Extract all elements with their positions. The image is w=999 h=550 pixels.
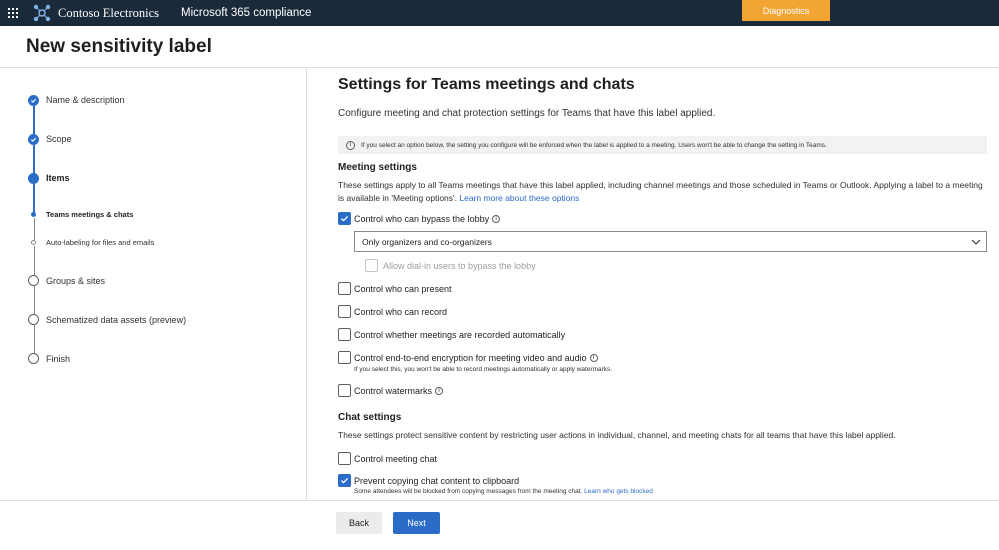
meeting-settings-description: These settings apply to all Teams meetin… [338, 179, 990, 205]
step-connector [33, 145, 35, 175]
diagnostics-button[interactable]: Diagnostics [742, 0, 830, 21]
step-groups-sites[interactable]: Groups & sites [46, 276, 105, 286]
lobby-bypass-dropdown[interactable]: Only organizers and co-organizers [354, 231, 987, 252]
substep-teams-meetings-chats[interactable]: Teams meetings & chats [46, 210, 133, 219]
step-scope[interactable]: Scope [46, 134, 72, 144]
info-message-text: If you select an option below, the setti… [361, 141, 827, 149]
bypass-lobby-checkbox[interactable] [338, 212, 351, 225]
back-button[interactable]: Back [336, 512, 382, 534]
bypass-lobby-label[interactable]: Control who can bypass the lobby [354, 214, 489, 224]
who-can-present-label[interactable]: Control who can present [354, 284, 452, 294]
section-description: Configure meeting and chat protection se… [338, 108, 716, 119]
section-heading: Settings for Teams meetings and chats [338, 76, 635, 93]
info-icon[interactable]: i [589, 353, 598, 362]
checkmark-icon [341, 477, 349, 484]
step-connector [33, 286, 35, 315]
step-name-description[interactable]: Name & description [46, 95, 125, 105]
chevron-down-icon[interactable] [966, 232, 986, 252]
recorded-automatically-checkbox[interactable] [338, 328, 351, 341]
app-name[interactable]: Microsoft 365 compliance [181, 7, 311, 19]
chat-settings-title: Chat settings [338, 412, 402, 423]
who-can-record-checkbox-row[interactable]: Control who can record [338, 305, 447, 318]
e2e-encryption-label[interactable]: Control end-to-end encryption for meetin… [354, 353, 587, 363]
info-icon: i [346, 140, 355, 150]
page-title: New sensitivity label [26, 36, 212, 57]
learn-more-link[interactable]: Learn more about these options [459, 193, 579, 203]
learn-who-gets-blocked-link[interactable]: Learn who gets blocked [584, 488, 653, 495]
step-connector [33, 325, 35, 354]
step-schematized-data-assets[interactable]: Schematized data assets (preview) [46, 315, 186, 325]
step-connector [33, 218, 35, 242]
prevent-copy-helper-text: Some attendees will be blocked from copy… [354, 488, 653, 495]
substep-auto-labeling[interactable]: Auto-labeling for files and emails [46, 238, 154, 247]
bypass-lobby-checkbox-row[interactable]: Control who can bypass the lobby i [338, 212, 501, 225]
who-can-present-checkbox[interactable] [338, 282, 351, 295]
chat-settings-description: These settings protect sensitive content… [338, 430, 896, 440]
meeting-chat-label[interactable]: Control meeting chat [354, 454, 437, 464]
step-connector [33, 184, 35, 214]
e2e-encryption-checkbox[interactable] [338, 351, 351, 364]
watermarks-checkbox-row[interactable]: Control watermarks i [338, 384, 444, 397]
dropdown-selected-value: Only organizers and co-organizers [362, 236, 492, 247]
prevent-copy-label[interactable]: Prevent copying chat content to clipboar… [354, 476, 519, 486]
step-completed-check-icon [28, 134, 39, 145]
app-launcher-waffle-icon[interactable] [0, 0, 26, 26]
info-icon[interactable]: i [435, 386, 444, 395]
top-navigation-bar: Contoso Electronics Microsoft 365 compli… [0, 0, 999, 26]
meeting-settings-description-text: These settings apply to all Teams meetin… [338, 180, 983, 203]
dial-in-checkbox-row[interactable]: Allow dial-in users to bypass the lobby [365, 259, 536, 272]
divider [0, 500, 999, 501]
recorded-automatically-checkbox-row[interactable]: Control whether meetings are recorded au… [338, 328, 565, 341]
info-icon[interactable]: i [492, 214, 501, 223]
meeting-chat-checkbox-row[interactable]: Control meeting chat [338, 452, 437, 465]
step-completed-check-icon [28, 95, 39, 106]
who-can-present-checkbox-row[interactable]: Control who can present [338, 282, 452, 295]
step-pending-dot-icon [28, 314, 39, 325]
contoso-logo-icon [33, 4, 51, 22]
e2e-encryption-helper-text: If you select this, you won't be able to… [354, 366, 613, 373]
who-can-record-checkbox[interactable] [338, 305, 351, 318]
step-connector [33, 246, 35, 276]
step-connector [33, 106, 35, 136]
who-can-record-label[interactable]: Control who can record [354, 307, 447, 317]
dial-in-label: Allow dial-in users to bypass the lobby [383, 260, 536, 271]
substep-pending-dot-icon [31, 240, 36, 245]
prevent-copy-checkbox-row[interactable]: Prevent copying chat content to clipboar… [338, 474, 519, 487]
step-pending-dot-icon [28, 353, 39, 364]
watermarks-checkbox[interactable] [338, 384, 351, 397]
next-button[interactable]: Next [393, 512, 440, 534]
recorded-automatically-label[interactable]: Control whether meetings are recorded au… [354, 330, 565, 340]
prevent-copy-helper: Some attendees will be blocked from copy… [354, 488, 585, 495]
info-message-bar: i If you select an option below, the set… [338, 136, 987, 154]
wizard-steps-pane: Name & description Scope Items Teams mee… [0, 68, 307, 500]
step-pending-dot-icon [28, 275, 39, 286]
meeting-chat-checkbox[interactable] [338, 452, 351, 465]
meeting-settings-title: Meeting settings [338, 162, 417, 173]
dial-in-checkbox[interactable] [365, 259, 378, 272]
step-finish[interactable]: Finish [46, 354, 70, 364]
prevent-copy-checkbox[interactable] [338, 474, 351, 487]
substep-current-dot-icon [31, 212, 36, 217]
checkmark-icon [341, 215, 349, 222]
e2e-encryption-checkbox-row[interactable]: Control end-to-end encryption for meetin… [338, 351, 598, 364]
step-current-dot-icon [28, 173, 39, 184]
watermarks-label[interactable]: Control watermarks [354, 386, 432, 396]
step-items[interactable]: Items [46, 173, 70, 183]
org-name[interactable]: Contoso Electronics [58, 6, 159, 21]
